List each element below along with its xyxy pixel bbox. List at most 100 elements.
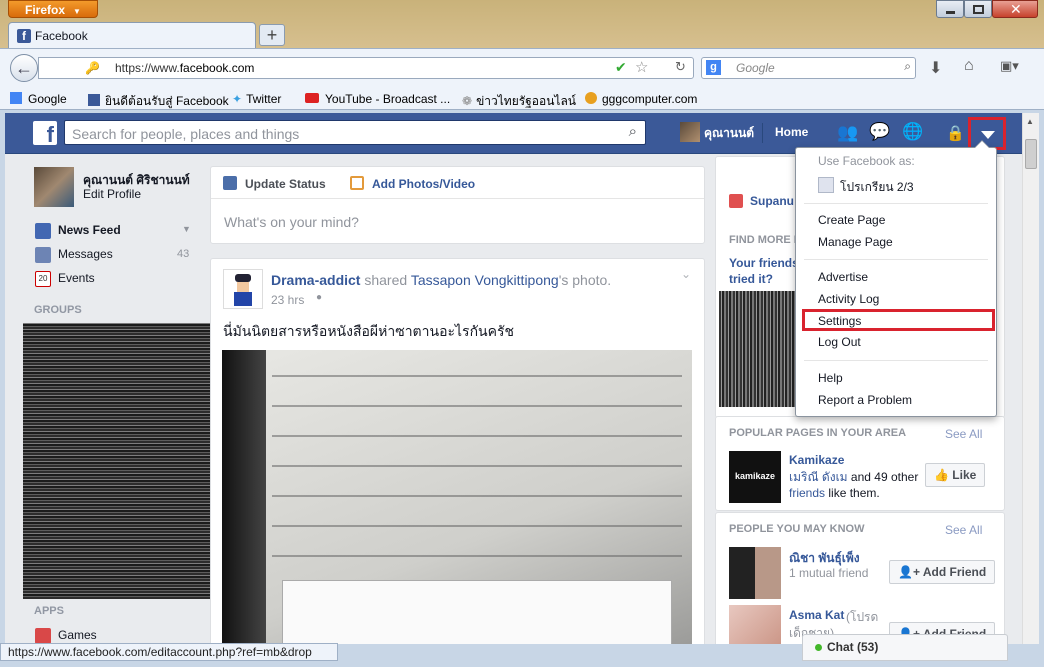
add-photos-tab[interactable]: Add Photos/Video [372, 177, 475, 191]
gift-icon [729, 194, 743, 208]
facebook-logo[interactable]: f [33, 121, 57, 147]
bookmark-gggcomputer[interactable]: gggcomputer.com [585, 92, 697, 106]
post-photo[interactable] [222, 350, 692, 644]
settings-highlight-box [802, 309, 995, 331]
chat-bar[interactable]: Chat (53) [802, 634, 1008, 661]
search-bar[interactable]: g Google ⌕ [701, 57, 916, 79]
friend-requests-icon[interactable]: 👥 [837, 123, 858, 143]
firefox-menu-button[interactable]: Firefox ▼ [8, 0, 98, 18]
bookmarks-bar: Google ยินดีต้อนรับสู่ Facebook ✦ Twitter… [0, 88, 1044, 110]
see-all-link[interactable]: See All [945, 427, 982, 441]
bookmarks-menu-icon[interactable]: ▣▾ [1000, 58, 1019, 74]
browser-window: Firefox ▼ ✕ f Facebook + https://www.face… [0, 0, 1044, 667]
page-scrollbar[interactable]: ▲ [1022, 113, 1039, 644]
magnifier-icon[interactable]: ⌕ [904, 59, 911, 74]
chevron-down-icon: ▼ [73, 7, 81, 16]
add-friend-button-1[interactable]: 👤+ Add Friend [889, 560, 996, 584]
nav-events[interactable]: Events [58, 271, 95, 285]
back-arrow-icon: ← [15, 58, 33, 78]
person1-avatar[interactable] [729, 547, 781, 599]
chevron-down-icon[interactable]: ▼ [182, 224, 191, 234]
google-engine-icon[interactable]: g [706, 60, 721, 75]
menu-help[interactable]: Help [818, 371, 843, 385]
page-desc-friend[interactable]: เมริณี ดังเม [789, 470, 848, 484]
chat-label: Chat (53) [827, 640, 879, 654]
update-status-tab[interactable]: Update Status [245, 177, 326, 191]
see-all-link[interactable]: See All [945, 523, 982, 537]
menu-create-page[interactable]: Create Page [818, 213, 885, 227]
search-icon[interactable]: ⌕ [629, 123, 637, 140]
bookmark-google[interactable]: Google [10, 92, 67, 106]
youtube-icon [305, 93, 319, 103]
games-icon [35, 628, 51, 644]
reload-icon[interactable]: ↻ [675, 59, 686, 75]
post-author-link[interactable]: Drama-addict [271, 272, 360, 288]
left-nav: คุณานนต์ ศิริชานนท์ Edit Profile News Fe… [5, 154, 211, 644]
like-page-button[interactable]: 👍 Like [925, 463, 986, 487]
post-target-link[interactable]: Tassapon Vongkittipong [411, 272, 559, 288]
close-window-button[interactable]: ✕ [992, 0, 1038, 18]
bookmark-youtube[interactable]: YouTube - Broadcast ... [305, 92, 450, 106]
home-icon[interactable]: ⌂ [964, 57, 974, 75]
messages-icon[interactable]: 💬 [869, 122, 890, 142]
composer-card: Update Status Add Photos/Video What's on… [210, 166, 705, 244]
redacted-friend-photos [719, 291, 799, 407]
fb-search-input[interactable]: Search for people, places and things ⌕ [64, 120, 646, 145]
bookmark-twitter[interactable]: ✦ Twitter [232, 92, 281, 106]
bookmark-facebook[interactable]: ยินดีต้อนรับสู่ Facebook [88, 92, 229, 111]
star-bookmark-icon[interactable]: ☆ [635, 58, 648, 76]
drama-addict-avatar[interactable] [223, 269, 263, 309]
url-scheme: https://www. [115, 61, 180, 75]
pencil-icon [223, 176, 237, 190]
nav-messages[interactable]: Messages [58, 247, 113, 261]
person2-avatar[interactable] [729, 605, 781, 644]
url-bar[interactable]: https://www.facebook.com 🔑 ✔ ☆ ↻ [38, 57, 694, 79]
suggested-person[interactable]: Supanu [750, 194, 794, 208]
facebook-icon [88, 94, 100, 106]
status-input[interactable]: What's on your mind? [224, 214, 359, 230]
menu-manage-page[interactable]: Manage Page [818, 235, 893, 249]
menu-page-item[interactable]: โปรเกรียน 2/3 [840, 178, 914, 197]
minimize-button[interactable] [936, 0, 964, 18]
popular-pages-header: POPULAR PAGES IN YOUR AREA [729, 427, 907, 439]
download-icon[interactable]: ⬇ [929, 58, 942, 78]
avatar-face [237, 282, 249, 292]
post-time[interactable]: 23 hrs [271, 293, 304, 307]
popular-pages-card: POPULAR PAGES IN YOUR AREA See All kamik… [715, 416, 1005, 511]
privacy-shortcuts-icon[interactable]: 🔒 [946, 124, 965, 142]
menu-activity-log[interactable]: Activity Log [818, 292, 879, 306]
maximize-button[interactable] [964, 0, 992, 18]
bookmark-label: ข่าวไทยรัฐออนไลน์ [476, 94, 576, 108]
person1-mutual[interactable]: 1 mutual friend [789, 566, 868, 580]
pymk-header: PEOPLE YOU MAY KNOW [729, 523, 865, 535]
menu-log-out[interactable]: Log Out [818, 335, 861, 349]
header-user-name[interactable]: คุณานนต์ [704, 124, 754, 143]
person2-name[interactable]: Asma Kat [789, 608, 844, 622]
pymk-card: PEOPLE YOU MAY KNOW See All ณิชา พันธุ์เ… [715, 512, 1005, 644]
tried-it-text[interactable]: tried it? [729, 272, 773, 286]
scrollbar-thumb[interactable] [1025, 139, 1037, 169]
scroll-up-icon[interactable]: ▲ [1026, 117, 1034, 126]
menu-advertise[interactable]: Advertise [818, 270, 868, 284]
notifications-globe-icon[interactable]: 🌐 [902, 122, 923, 142]
kamikaze-logo[interactable]: kamikaze [729, 451, 781, 503]
profile-avatar[interactable] [34, 167, 74, 207]
nav-news-feed[interactable]: News Feed [58, 223, 121, 237]
site-identity-icon[interactable]: 🔑 [85, 61, 100, 75]
back-button[interactable]: ← [10, 54, 38, 82]
home-link[interactable]: Home [775, 125, 808, 139]
nav-games[interactable]: Games [58, 628, 97, 642]
menu-divider [804, 360, 988, 361]
your-friends-text[interactable]: Your friends [729, 256, 799, 270]
post-options-chevron-icon[interactable]: ⌄ [681, 267, 691, 281]
new-tab-button[interactable]: + [259, 24, 285, 46]
page-desc-and-other: and 49 other [847, 470, 919, 484]
edit-profile-link[interactable]: Edit Profile [83, 187, 141, 201]
page-desc-friends[interactable]: friends [789, 486, 825, 500]
page-name-link[interactable]: Kamikaze [789, 453, 844, 467]
tab-facebook[interactable]: f Facebook [8, 22, 256, 48]
minimize-icon [946, 11, 955, 14]
bookmark-thairath[interactable]: ❁ ข่าวไทยรัฐออนไลน์ [462, 92, 576, 111]
menu-report-problem[interactable]: Report a Problem [818, 393, 912, 407]
header-avatar[interactable] [680, 122, 700, 142]
